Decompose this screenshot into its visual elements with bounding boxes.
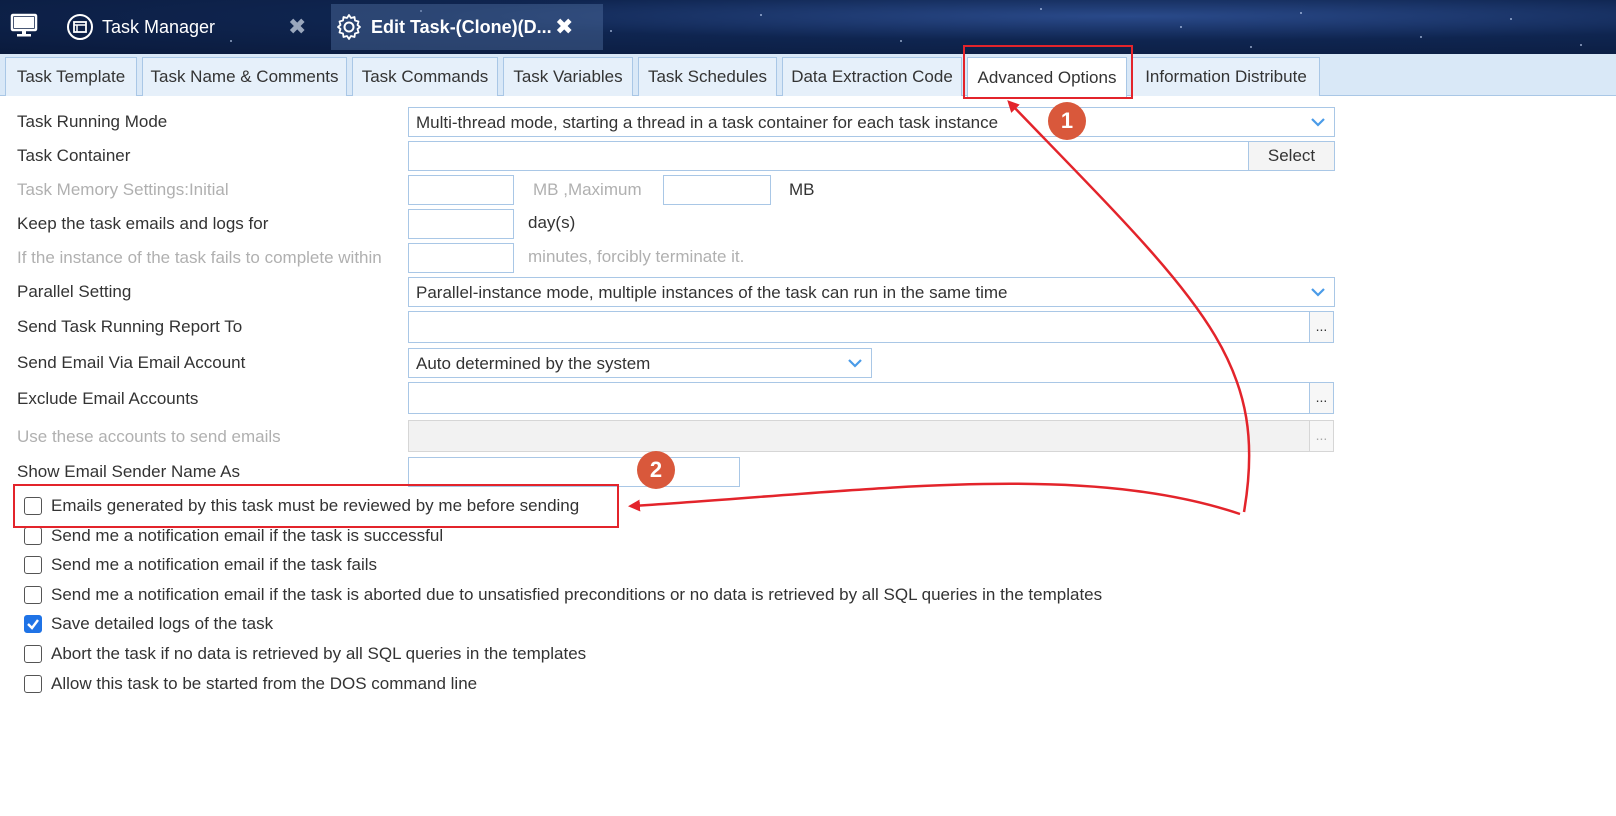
checkbox-label: Save detailed logs of the task	[51, 614, 274, 633]
checkbox-box[interactable]	[24, 527, 42, 545]
step-badge-2: 2	[637, 451, 675, 489]
running-mode-label: Task Running Mode	[17, 112, 168, 131]
chevron-down-icon	[1311, 118, 1325, 127]
report-to-input[interactable]	[408, 311, 1311, 343]
memory-unit-mb: MB	[789, 180, 815, 199]
email-account-value: Auto determined by the system	[416, 354, 651, 373]
tab-data-extraction-code[interactable]: Data Extraction Code	[782, 57, 962, 96]
title-bar: Task Manager ✖ Edit Task-(Clone)(D... ✖	[0, 0, 1616, 54]
checkbox-label: Send me a notification email if the task…	[51, 555, 377, 574]
notify-abort-checkbox[interactable]: Send me a notification email if the task…	[24, 583, 1102, 607]
tab-label: Task Manager	[102, 16, 216, 37]
running-mode-select[interactable]: Multi-thread mode, starting a thread in …	[408, 107, 1335, 137]
close-icon[interactable]: ✖	[555, 14, 573, 40]
tab-task-commands[interactable]: Task Commands	[352, 57, 498, 96]
use-accounts-browse-button[interactable]: ...	[1309, 420, 1334, 452]
tab-edit-task[interactable]: Edit Task-(Clone)(D... ✖	[331, 4, 603, 50]
memory-label: Task Memory Settings:Initial	[17, 180, 229, 199]
arrow-to-review-checkbox	[628, 482, 1241, 516]
email-account-label: Send Email Via Email Account	[17, 353, 246, 372]
memory-maximum-input[interactable]	[663, 175, 771, 205]
memory-initial-input[interactable]	[408, 175, 514, 205]
checkbox-label: Send me a notification email if the task…	[51, 526, 444, 545]
checkbox-box[interactable]	[24, 556, 42, 574]
sender-name-label: Show Email Sender Name As	[17, 462, 240, 481]
close-icon[interactable]: ✖	[288, 14, 306, 40]
keep-logs-input[interactable]	[408, 209, 514, 239]
tab-label: Edit Task-(Clone)(D...	[371, 16, 552, 37]
container-label: Task Container	[17, 146, 131, 165]
checkbox-box[interactable]	[24, 675, 42, 693]
gear-icon	[335, 13, 363, 41]
keep-logs-unit: day(s)	[528, 213, 576, 232]
highlight-advanced-options	[963, 45, 1133, 99]
select-container-button[interactable]: Select	[1248, 141, 1335, 171]
exclude-accounts-input[interactable]	[408, 382, 1311, 414]
notify-failure-checkbox[interactable]: Send me a notification email if the task…	[24, 553, 377, 577]
dos-command-checkbox[interactable]: Allow this task to be started from the D…	[24, 672, 477, 696]
save-logs-checkbox[interactable]: Save detailed logs of the task	[24, 612, 273, 636]
parallel-label: Parallel Setting	[17, 282, 132, 301]
tab-information-distribute[interactable]: Information Distribute	[1132, 57, 1320, 96]
task-manager-icon	[66, 13, 94, 41]
tab-task-template[interactable]: Task Template	[5, 57, 137, 96]
parallel-value: Parallel-instance mode, multiple instanc…	[416, 283, 1008, 302]
step-badge-1: 1	[1048, 102, 1086, 140]
monitor-icon	[10, 11, 38, 44]
tab-task-manager[interactable]: Task Manager ✖	[66, 4, 318, 50]
options-tab-bar: Task Template Task Name & Comments Task …	[0, 54, 1616, 97]
checkbox-box[interactable]	[24, 586, 42, 604]
checkbox-label: Abort the task if no data is retrieved b…	[51, 644, 587, 663]
running-mode-value: Multi-thread mode, starting a thread in …	[416, 113, 999, 132]
use-accounts-label: Use these accounts to send emails	[17, 427, 281, 446]
report-to-browse-button[interactable]: ...	[1309, 311, 1334, 343]
timeout-unit: minutes, forcibly terminate it.	[528, 247, 745, 266]
checkmark-icon	[27, 619, 39, 630]
chevron-down-icon	[848, 359, 862, 368]
container-input[interactable]	[408, 141, 1249, 171]
timeout-input[interactable]	[408, 243, 514, 273]
memory-unit-maximum: MB ,Maximum	[533, 180, 642, 199]
report-to-label: Send Task Running Report To	[17, 317, 243, 336]
timeout-label: If the instance of the task fails to com…	[17, 248, 382, 267]
sender-name-input[interactable]	[408, 457, 740, 487]
exclude-accounts-browse-button[interactable]: ...	[1309, 382, 1334, 414]
checkbox-box[interactable]	[24, 615, 42, 633]
checkbox-label: Allow this task to be started from the D…	[51, 674, 478, 693]
home-button[interactable]	[10, 4, 50, 50]
highlight-review-checkbox	[13, 484, 619, 528]
checkbox-box[interactable]	[24, 645, 42, 663]
chevron-down-icon	[1311, 288, 1325, 297]
exclude-accounts-label: Exclude Email Accounts	[17, 389, 199, 408]
tab-task-name-comments[interactable]: Task Name & Comments	[142, 57, 347, 96]
abort-no-data-checkbox[interactable]: Abort the task if no data is retrieved b…	[24, 642, 586, 666]
parallel-select[interactable]: Parallel-instance mode, multiple instanc…	[408, 277, 1335, 307]
keep-logs-label: Keep the task emails and logs for	[17, 214, 269, 233]
email-account-select[interactable]: Auto determined by the system	[408, 348, 872, 378]
use-accounts-input[interactable]	[408, 420, 1311, 452]
tab-task-variables[interactable]: Task Variables	[503, 57, 633, 96]
tab-task-schedules[interactable]: Task Schedules	[638, 57, 777, 96]
checkbox-label: Send me a notification email if the task…	[51, 585, 1103, 604]
